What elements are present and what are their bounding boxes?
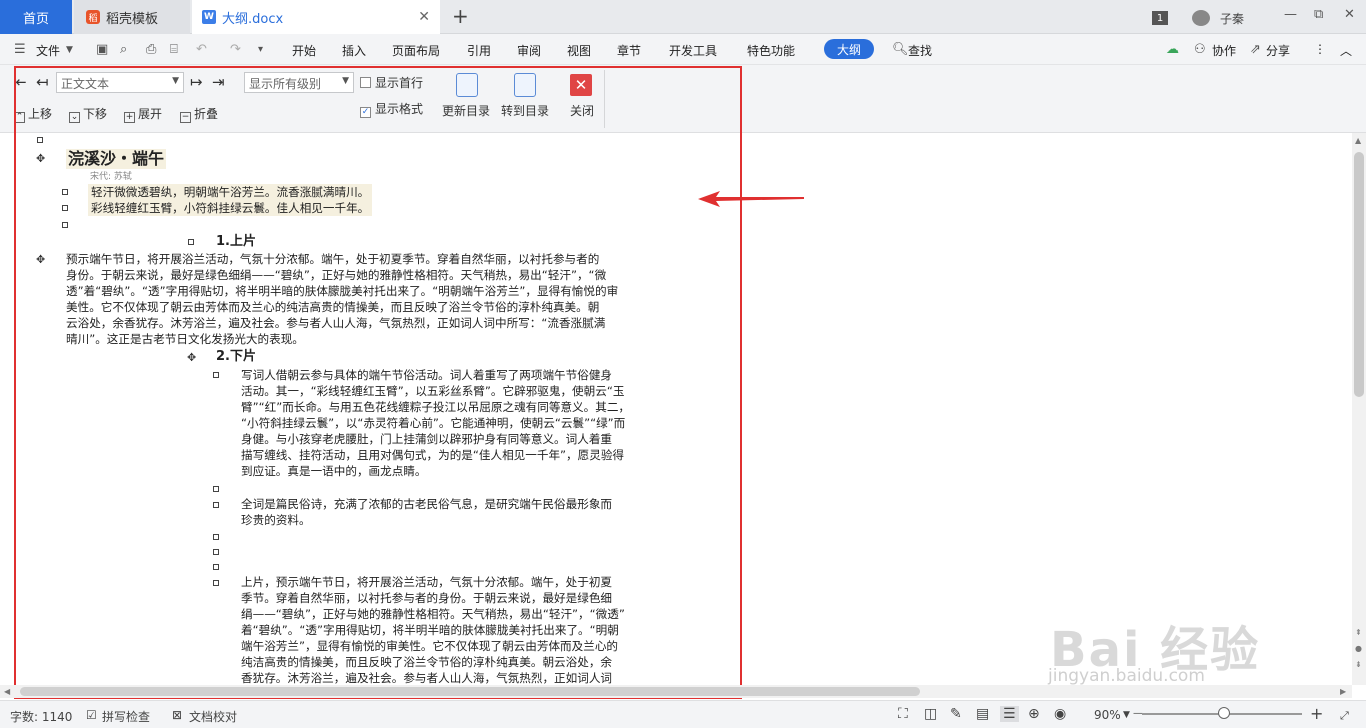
menu-layout[interactable]: 页面布局: [392, 42, 440, 59]
menu-start[interactable]: 开始: [292, 42, 316, 59]
window-count-badge[interactable]: 1: [1152, 11, 1168, 25]
window-close-icon[interactable]: ✕: [1344, 7, 1355, 22]
word-count[interactable]: 字数: 1140: [10, 708, 72, 725]
menu-special[interactable]: 特色功能: [747, 42, 795, 59]
doc-proof-button[interactable]: 文档校对: [189, 708, 237, 725]
watermark-url: jingyan.baidu.com: [1048, 666, 1205, 686]
search-icon[interactable]: 🔍︎: [892, 42, 909, 57]
print-icon[interactable]: ⎙: [146, 42, 156, 57]
minimize-icon[interactable]: —: [1284, 7, 1297, 22]
menu-review[interactable]: 审阅: [517, 42, 541, 59]
menu-bar: ☰ 文件 ▼ ▣ ⌕ ⎙ ⌸ ↶ ↷ ▾ 开始 插入 页面布局 引用 审阅 视图…: [0, 34, 1366, 65]
next-page-icon[interactable]: ⇟: [1355, 660, 1362, 669]
vertical-scroll-thumb[interactable]: [1354, 152, 1364, 397]
prev-page-icon[interactable]: ⇞: [1355, 628, 1362, 637]
cloud-sync-icon[interactable]: ☁: [1166, 42, 1179, 57]
outline-view-icon[interactable]: ☰: [1000, 706, 1019, 722]
tab-template-label: 稻壳模板: [106, 11, 159, 27]
tab-template[interactable]: 稻 稻壳模板: [74, 0, 190, 34]
share-button[interactable]: 分享: [1266, 42, 1290, 59]
scroll-left-icon[interactable]: ◀: [4, 687, 10, 696]
tab-home-label: 首页: [22, 11, 49, 27]
menu-section[interactable]: 章节: [617, 42, 641, 59]
menu-file[interactable]: 文件: [36, 42, 60, 59]
annotation-frame: [14, 66, 742, 699]
collab-button[interactable]: 协作: [1212, 42, 1236, 59]
new-tab-button[interactable]: +: [452, 4, 469, 28]
annotation-arrow-icon: [698, 191, 804, 207]
undo-icon[interactable]: ↶: [196, 42, 207, 57]
user-name[interactable]: 子秦: [1220, 10, 1244, 27]
word-doc-icon: W: [202, 10, 216, 24]
customize-chevron-icon[interactable]: ▾: [258, 44, 263, 55]
menu-developer[interactable]: 开发工具: [669, 42, 717, 59]
horizontal-scroll-thumb[interactable]: [20, 687, 920, 696]
collapse-ribbon-icon[interactable]: ︿: [1340, 42, 1352, 59]
select-browse-icon[interactable]: ●: [1355, 644, 1362, 653]
fullscreen-icon[interactable]: ⛶: [898, 706, 908, 722]
reading-mode-icon[interactable]: ◫: [924, 706, 937, 722]
redo-icon[interactable]: ↷: [230, 42, 241, 57]
menu-insert[interactable]: 插入: [342, 42, 366, 59]
spell-check-icon: ☑: [86, 708, 97, 722]
expand-statusbar-icon[interactable]: ⤢: [1340, 709, 1349, 723]
edit-mode-icon[interactable]: ✎: [950, 706, 962, 722]
chevron-down-icon[interactable]: ▼: [66, 45, 73, 55]
tab-document-label: 大纲.docx: [222, 11, 284, 27]
collab-icon[interactable]: ⚇: [1194, 42, 1206, 57]
hamburger-icon[interactable]: ☰: [14, 42, 26, 57]
restore-icon[interactable]: ⧉: [1314, 7, 1323, 22]
share-icon[interactable]: ⇗: [1250, 42, 1261, 57]
scroll-up-icon[interactable]: ▲: [1355, 136, 1361, 145]
print-preview-icon[interactable]: ⌸: [170, 42, 178, 57]
zoom-level[interactable]: 90%: [1094, 708, 1121, 722]
eye-protect-icon[interactable]: ◉: [1054, 706, 1066, 722]
doc-proof-icon: ⊠: [172, 708, 183, 722]
menu-outline-tab[interactable]: 大纲: [824, 39, 874, 59]
zoom-slider-handle[interactable]: [1218, 707, 1230, 719]
docer-logo-icon: 稻: [86, 10, 100, 24]
save-icon[interactable]: ▣: [96, 42, 108, 57]
avatar[interactable]: [1192, 10, 1210, 26]
menu-reference[interactable]: 引用: [467, 42, 491, 59]
web-view-icon[interactable]: ⊕: [1028, 706, 1040, 722]
zoom-chevron-icon[interactable]: ▼: [1123, 710, 1130, 720]
tab-home[interactable]: 首页: [0, 0, 72, 34]
page-view-icon[interactable]: ▤: [976, 706, 989, 722]
find-button[interactable]: 查找: [908, 42, 932, 59]
tab-document[interactable]: W 大纲.docx ✕: [192, 0, 440, 34]
more-icon[interactable]: ⋮: [1314, 42, 1326, 56]
scroll-right-icon[interactable]: ▶: [1340, 687, 1346, 696]
tab-bar: 首页 稻 稻壳模板 W 大纲.docx ✕ + 1 子秦 — ⧉ ✕: [0, 0, 1366, 34]
zoom-in-button[interactable]: +: [1310, 704, 1323, 723]
menu-view[interactable]: 视图: [567, 42, 591, 59]
format-painter-icon[interactable]: ⌕: [120, 42, 127, 57]
spell-check-button[interactable]: 拼写检查: [102, 708, 150, 725]
close-tab-icon[interactable]: ✕: [418, 9, 430, 25]
